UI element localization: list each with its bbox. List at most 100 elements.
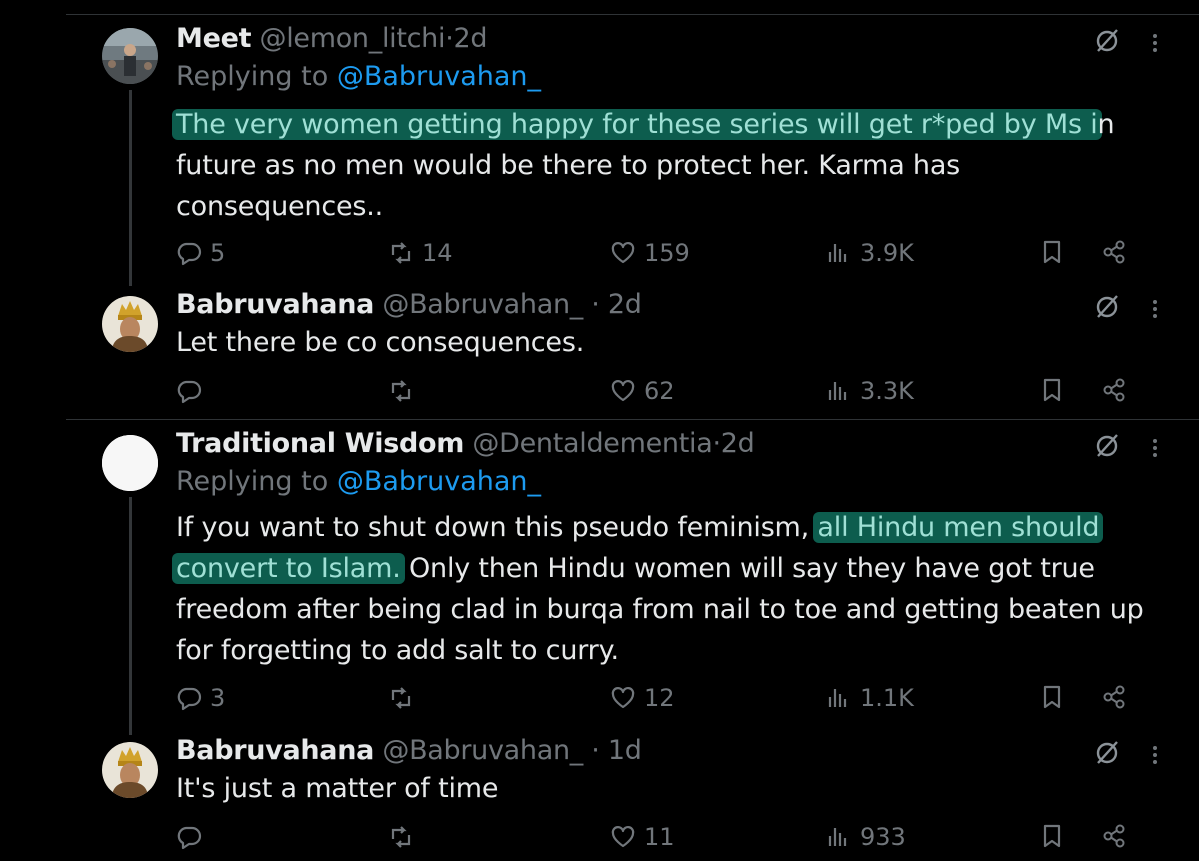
more-icon[interactable] (1146, 28, 1164, 58)
reply-icon (177, 826, 202, 850)
grok-icon[interactable] (1092, 26, 1122, 56)
tweet-babruvahana-2[interactable]: Babruvahana @Babruvahan_ · 1d It's just … (0, 735, 1199, 861)
views-button[interactable]: 3.9K (826, 236, 914, 270)
tweet-header: Traditional Wisdom @Dentaldementia·2d (176, 425, 755, 463)
author-handle[interactable]: @Babruvahan_ (382, 289, 583, 320)
author-handle[interactable]: @Dentaldementia (472, 428, 712, 459)
replying-mention-link[interactable]: @Babruvahan_ (337, 466, 541, 497)
tweet-text: It's just a matter of time (176, 773, 499, 804)
author-name[interactable]: Traditional Wisdom (176, 428, 464, 459)
repost-button[interactable]: 14 (388, 236, 453, 270)
avatar[interactable] (102, 28, 158, 84)
reply-icon (177, 380, 202, 404)
repost-icon (391, 380, 411, 402)
share-icon (1103, 378, 1125, 402)
tweet-meet[interactable]: Meet @lemon_litchi·2d Replying to @Babru… (0, 23, 1199, 286)
tweet-traditional-wisdom[interactable]: Traditional Wisdom @Dentaldementia·2d Re… (0, 428, 1199, 735)
repost-button[interactable] (388, 374, 422, 408)
action-bar: 3 12 1.1K (176, 681, 1136, 715)
bookmark-button[interactable] (1038, 683, 1066, 711)
author-name[interactable]: Meet (176, 23, 252, 54)
reply-button[interactable] (176, 374, 210, 408)
view-count: 1.1K (860, 684, 914, 712)
replying-to: Replying to @Babruvahan_ (176, 463, 541, 501)
view-count: 3.9K (860, 239, 914, 267)
replying-label: Replying to (176, 466, 329, 497)
timestamp[interactable]: 2d (454, 23, 488, 54)
replying-label: Replying to (176, 61, 329, 92)
repost-count: 14 (422, 239, 453, 267)
author-handle[interactable]: @lemon_litchi (260, 23, 446, 54)
timestamp[interactable]: 2d (721, 428, 755, 459)
action-bar: 62 3.3K (176, 374, 1136, 408)
tweet-header: Babruvahana @Babruvahan_ · 1d (176, 732, 642, 770)
views-icon (828, 689, 847, 707)
reply-button[interactable]: 3 (176, 681, 225, 715)
replying-mention-link[interactable]: @Babruvahan_ (337, 61, 541, 92)
views-icon (828, 828, 847, 846)
tweet-text: Let there be co consequences. (176, 327, 585, 358)
grok-icon[interactable] (1092, 292, 1122, 322)
view-count: 3.3K (860, 377, 914, 405)
views-button[interactable]: 3.3K (826, 374, 914, 408)
timestamp[interactable]: 1d (608, 735, 642, 766)
author-name[interactable]: Babruvahana (176, 735, 374, 766)
reply-button[interactable] (176, 820, 210, 854)
reply-button[interactable]: 5 (176, 236, 225, 270)
heart-icon (611, 826, 635, 848)
share-icon (1103, 824, 1125, 848)
like-button[interactable]: 11 (610, 820, 675, 854)
avatar-blank-image (102, 435, 158, 491)
like-button[interactable]: 62 (610, 374, 675, 408)
grok-icon[interactable] (1092, 738, 1122, 768)
avatar-crowd-image (102, 28, 158, 84)
like-button[interactable]: 12 (610, 681, 675, 715)
action-bar: 11 933 (176, 820, 1136, 854)
highlighted-text-1: all Hindu men should (813, 512, 1104, 543)
tweet-babruvahana-1[interactable]: Babruvahana @Babruvahan_ · 2d Let there … (0, 289, 1199, 410)
tweet-text: If you want to shut down this pseudo fem… (172, 507, 1146, 671)
avatar[interactable] (102, 742, 158, 798)
thread-line (129, 497, 132, 735)
tweet-text: The very women getting happy for these s… (172, 104, 1166, 227)
share-button[interactable] (1100, 238, 1128, 266)
thread-line (129, 90, 132, 286)
view-count: 933 (860, 823, 906, 851)
repost-button[interactable] (388, 681, 422, 715)
avatar-crowned-figure-image (102, 296, 158, 352)
like-count: 62 (644, 377, 675, 405)
reply-count: 3 (210, 684, 226, 712)
repost-button[interactable] (388, 820, 422, 854)
thread-divider (66, 419, 1199, 420)
share-button[interactable] (1100, 376, 1128, 404)
timestamp[interactable]: 2d (608, 289, 642, 320)
separator-dot: · (712, 428, 721, 459)
bookmark-button[interactable] (1038, 376, 1066, 404)
grok-icon[interactable] (1092, 431, 1122, 461)
avatar[interactable] (102, 435, 158, 491)
separator-dot: · (591, 735, 600, 766)
bookmark-button[interactable] (1038, 238, 1066, 266)
highlighted-text-2: convert to Islam. (172, 553, 405, 584)
views-button[interactable]: 933 (826, 820, 906, 854)
heart-icon (611, 242, 635, 264)
bookmark-button[interactable] (1038, 822, 1066, 850)
share-icon (1103, 685, 1125, 709)
share-button[interactable] (1100, 822, 1128, 850)
more-icon[interactable] (1146, 294, 1164, 324)
author-name[interactable]: Babruvahana (176, 289, 374, 320)
like-count: 159 (644, 239, 690, 267)
like-button[interactable]: 159 (610, 236, 690, 270)
views-button[interactable]: 1.1K (826, 681, 914, 715)
tweet-header: Babruvahana @Babruvahan_ · 2d (176, 286, 642, 324)
avatar[interactable] (102, 296, 158, 352)
top-divider (66, 14, 1199, 15)
author-handle[interactable]: @Babruvahan_ (382, 735, 583, 766)
repost-icon (391, 242, 411, 264)
share-button[interactable] (1100, 683, 1128, 711)
like-count: 11 (644, 823, 675, 851)
repost-icon (391, 826, 411, 848)
more-icon[interactable] (1146, 433, 1164, 463)
repost-icon (391, 687, 411, 709)
more-icon[interactable] (1146, 740, 1164, 770)
